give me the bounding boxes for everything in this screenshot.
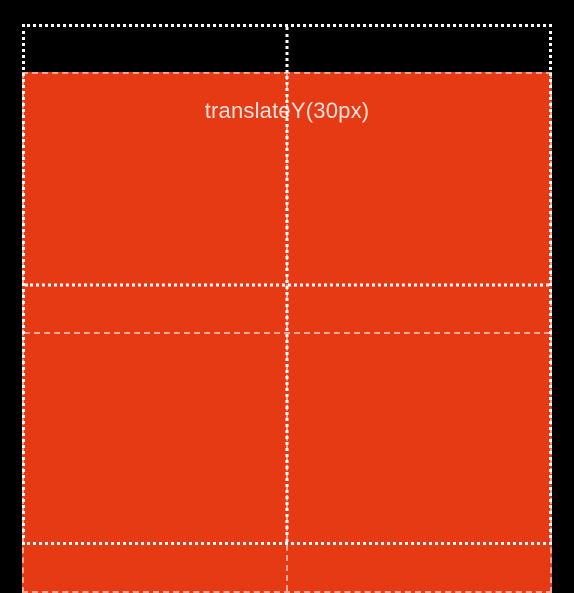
diagram-stage: translateY(30px) xyxy=(22,10,552,545)
translated-box xyxy=(22,72,552,593)
